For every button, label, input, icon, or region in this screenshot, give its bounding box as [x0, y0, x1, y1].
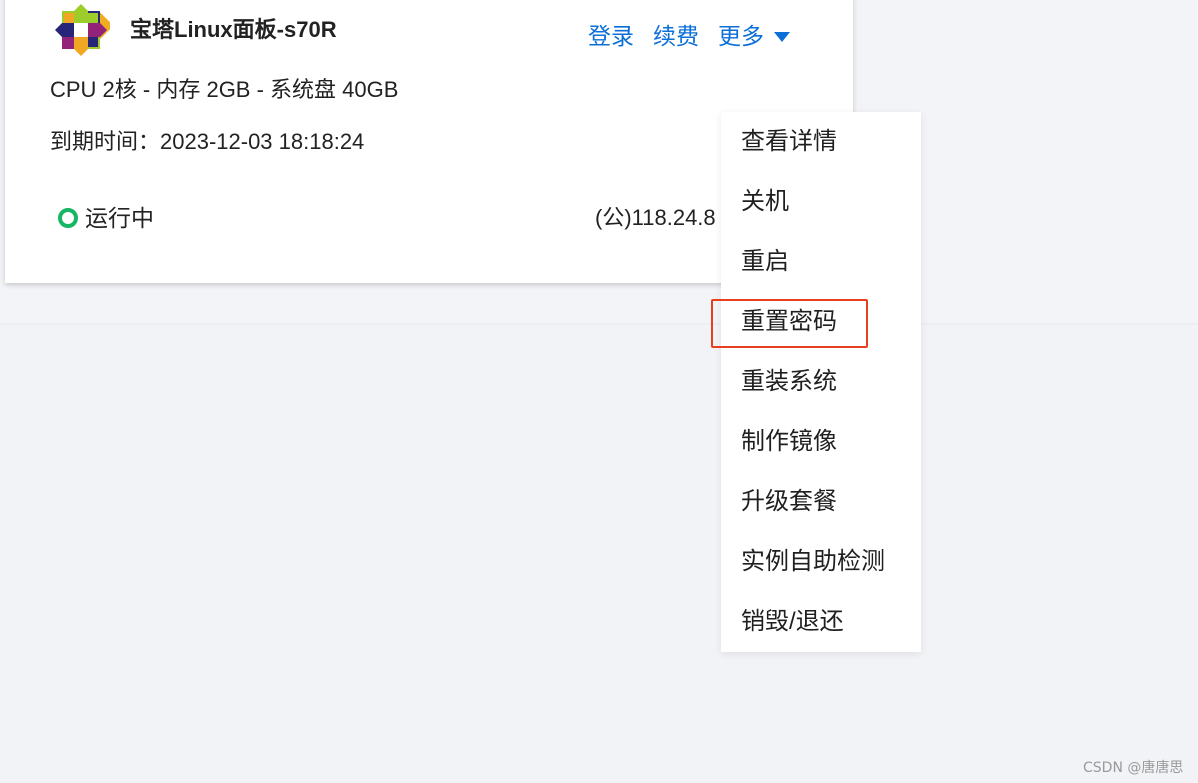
instance-specs: CPU 2核 - 内存 2GB - 系统盘 40GB: [50, 77, 399, 102]
menu-item-upgrade-plan[interactable]: 升级套餐: [741, 482, 837, 522]
status-indicator: 运行中: [58, 202, 154, 234]
more-dropdown-menu: 查看详情 关机 重启 重置密码 重装系统 制作镜像 升级套餐 实例自助检测 销毁…: [721, 112, 921, 652]
centos-logo-icon: [55, 4, 110, 56]
status-text: 运行中: [85, 205, 154, 231]
public-ip: (公)118.24.8: [595, 205, 716, 230]
menu-item-reinstall-system[interactable]: 重装系统: [741, 362, 837, 402]
expiry-time: 到期时间：2023-12-03 18:18:24: [50, 129, 365, 154]
instance-title: 宝塔Linux面板-s70R: [130, 17, 337, 42]
card-actions: 登录 续费 更多: [588, 20, 790, 52]
status-dot-icon: [58, 208, 78, 228]
menu-item-shutdown[interactable]: 关机: [741, 182, 789, 222]
menu-item-restart[interactable]: 重启: [741, 242, 789, 282]
section-divider: [0, 323, 1198, 325]
reset-password-highlight: [711, 299, 868, 348]
menu-item-create-image[interactable]: 制作镜像: [741, 422, 837, 462]
menu-item-self-check[interactable]: 实例自助检测: [741, 542, 885, 582]
menu-item-destroy-refund[interactable]: 销毁/退还: [741, 602, 844, 642]
caret-down-icon[interactable]: [774, 32, 790, 42]
login-link[interactable]: 登录: [588, 20, 634, 52]
more-link[interactable]: 更多: [718, 20, 764, 52]
menu-item-view-details[interactable]: 查看详情: [741, 122, 837, 162]
watermark: CSDN @唐唐思: [1083, 760, 1184, 776]
renew-link[interactable]: 续费: [653, 20, 699, 52]
